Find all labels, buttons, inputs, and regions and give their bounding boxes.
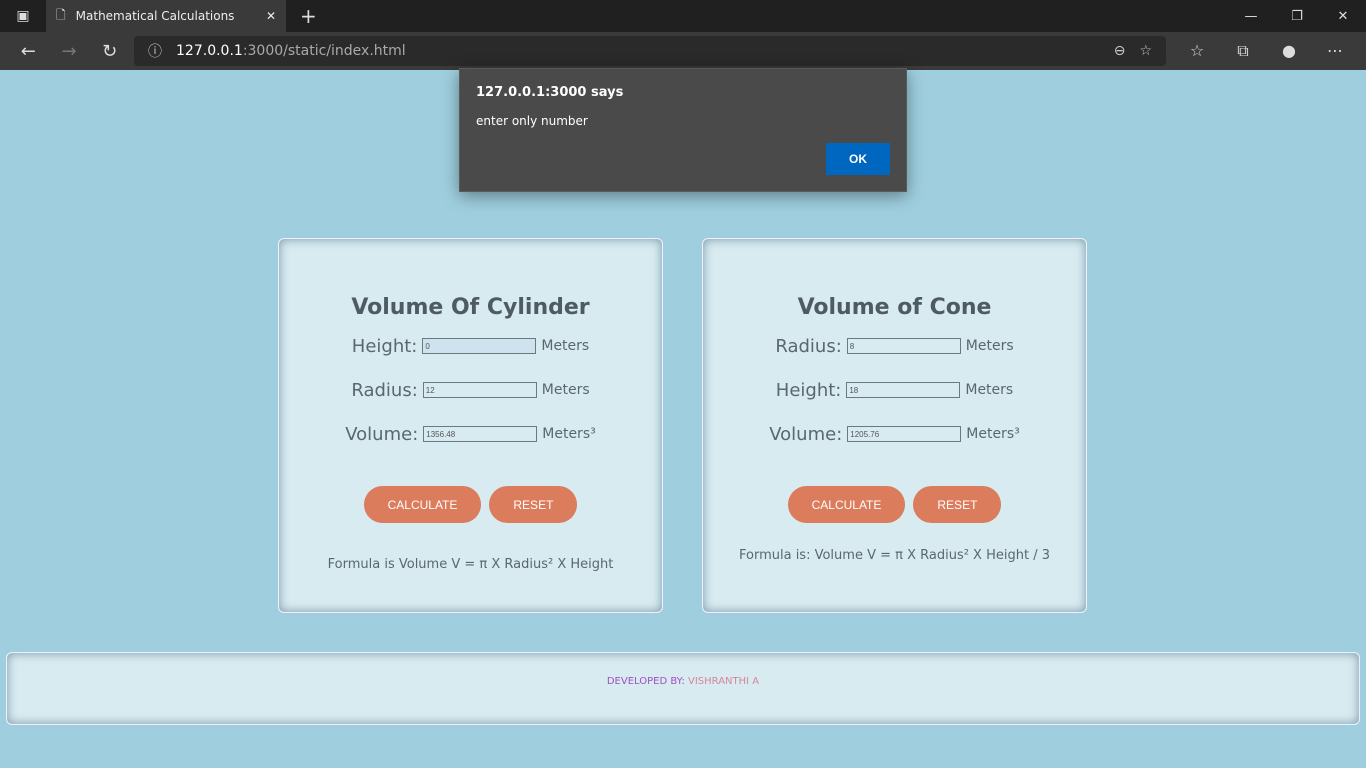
footer: DEVELOPED BY: VISHRANTHI A [6, 652, 1360, 725]
url-path: :3000/static/index.html [242, 43, 406, 59]
cylinder-height-input[interactable] [422, 338, 537, 354]
new-tab-button[interactable]: + [300, 4, 317, 28]
developed-by-label: DEVELOPED BY: [606, 676, 688, 687]
height-label: Height: [775, 379, 842, 401]
card-title: Volume of Cone [797, 295, 992, 320]
unit-label: Meters [541, 338, 590, 354]
calculate-button[interactable]: CALCULATE [363, 486, 482, 523]
address-bar[interactable]: ⓘ 127.0.0.1:3000/static/index.html ⊖ ☆ [134, 36, 1167, 66]
cone-card: Volume of Cone Radius: Meters Height: Mete… [702, 238, 1087, 613]
close-tab-icon[interactable]: ✕ [266, 9, 276, 23]
ok-button[interactable]: OK [826, 143, 890, 175]
refresh-button[interactable]: ↻ [89, 41, 130, 62]
alert-dialog: 127.0.0.1:3000 says enter only number OK [459, 68, 907, 192]
cylinder-radius-input[interactable] [422, 382, 537, 398]
zoom-out-icon[interactable]: ⊖ [1114, 43, 1126, 59]
cone-radius-input[interactable] [846, 338, 961, 354]
reset-button[interactable]: RESET [489, 486, 578, 523]
url-host: 127.0.0.1 [176, 43, 243, 59]
favorites-icon[interactable]: ☆ [1174, 41, 1220, 61]
profile-avatar[interactable]: ● [1266, 41, 1312, 61]
card-title: Volume Of Cylinder [351, 295, 590, 320]
radius-label: Radius: [775, 335, 842, 357]
dialog-message: enter only number [476, 114, 588, 128]
calculate-button[interactable]: CALCULATE [787, 486, 906, 523]
minimize-button[interactable]: — [1228, 0, 1274, 32]
volume-label: Volume: [769, 423, 843, 445]
forward-button[interactable]: → [49, 41, 90, 62]
cylinder-volume-input[interactable] [423, 426, 538, 442]
radius-label: Radius: [351, 379, 418, 401]
toolbar: ← → ↻ ⓘ 127.0.0.1:3000/static/index.html… [0, 32, 1366, 70]
formula-text: Formula is Volume V = π X Radius² X Heig… [327, 557, 614, 572]
unit-label: Meters [965, 338, 1014, 354]
more-icon[interactable]: ⋯ [1312, 41, 1358, 61]
cone-volume-input[interactable] [847, 426, 962, 442]
tab-actions-icon[interactable]: ▣ [0, 8, 46, 24]
dialog-title: 127.0.0.1:3000 says [476, 85, 624, 100]
unit-label: Meters³ [966, 426, 1020, 442]
tab-title: Mathematical Calculations [75, 9, 235, 23]
unit-label: Meters [541, 382, 590, 398]
favorite-add-icon[interactable]: ☆ [1139, 43, 1152, 59]
height-label: Height: [351, 335, 418, 357]
unit-label: Meters³ [542, 426, 596, 442]
browser-tab[interactable]: 🗋 Mathematical Calculations ✕ [46, 0, 286, 32]
tab-bar: ▣ 🗋 Mathematical Calculations ✕ + — ❐ ✕ [0, 0, 1366, 32]
cylinder-card: Volume Of Cylinder Height: Meters Radius:… [278, 238, 663, 613]
restore-button[interactable]: ❐ [1274, 0, 1320, 32]
close-window-button[interactable]: ✕ [1320, 0, 1366, 32]
cone-height-input[interactable] [846, 382, 961, 398]
back-button[interactable]: ← [8, 41, 49, 62]
volume-label: Volume: [345, 423, 419, 445]
formula-text: Formula is: Volume V = π X Radius² X Hei… [739, 548, 1050, 563]
reset-button[interactable]: RESET [913, 486, 1002, 523]
info-icon[interactable]: ⓘ [148, 41, 162, 61]
developer-name: VISHRANTHI A [688, 676, 760, 687]
collections-icon[interactable]: ⧉ [1220, 41, 1266, 61]
page-icon: 🗋 [56, 7, 66, 22]
unit-label: Meters [965, 382, 1014, 398]
